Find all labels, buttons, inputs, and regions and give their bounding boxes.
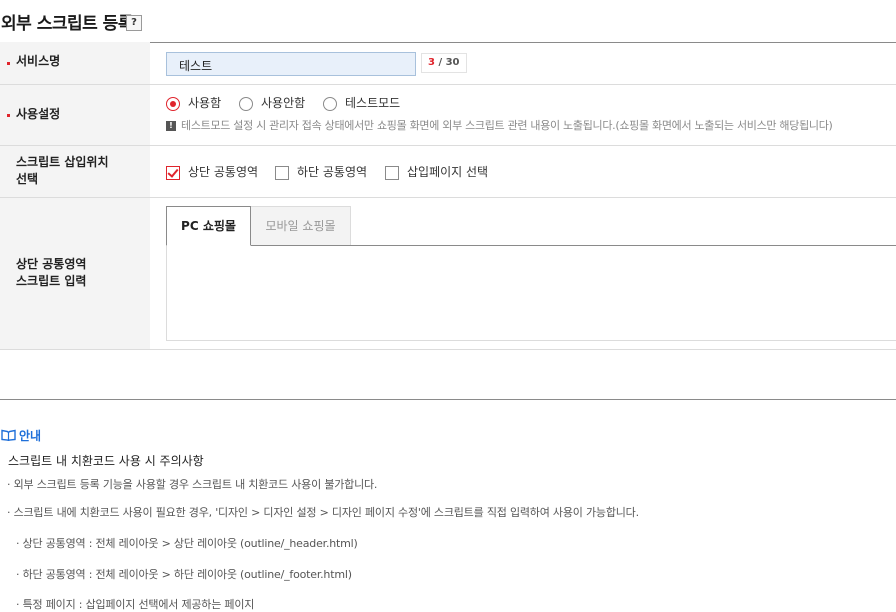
insert-position-label-line1: 스크립트 삽입위치 bbox=[16, 155, 109, 169]
insert-position-label-line2: 선택 bbox=[16, 172, 39, 186]
guide-line: · 하단 공통영역 : 전체 레이아웃 > 하단 레이아웃 (outline/_… bbox=[16, 568, 352, 581]
guide-line: · 상단 공통영역 : 전체 레이아웃 > 상단 레이아웃 (outline/_… bbox=[16, 537, 358, 550]
script-input-label-line1: 상단 공통영역 bbox=[16, 257, 87, 271]
checkbox-select-page[interactable] bbox=[385, 166, 399, 180]
guide-line: · 스크립트 내에 치환코드 사용이 필요한 경우, '디자인 > 디자인 설정… bbox=[7, 506, 639, 519]
script-input-label: 상단 공통영역 스크립트 입력 bbox=[16, 256, 86, 290]
radio-test-mode[interactable] bbox=[323, 97, 337, 111]
script-editor[interactable] bbox=[166, 246, 896, 341]
radio-use[interactable] bbox=[166, 97, 180, 111]
service-name-label: 서비스명 bbox=[16, 54, 61, 68]
tab-mobile-shop[interactable]: 모바일 쇼핑몰 bbox=[250, 206, 351, 245]
checkbox-bottom-common[interactable] bbox=[275, 166, 289, 180]
row-content: 테스트 3 / 30 bbox=[150, 42, 896, 84]
checkbox-bottom-common-label[interactable]: 하단 공통영역 bbox=[297, 163, 367, 180]
guide-line: · 외부 스크립트 등록 기능을 사용할 경우 스크립트 내 치환코드 사용이 … bbox=[7, 478, 378, 491]
row-header: 상단 공통영역 스크립트 입력 bbox=[0, 198, 150, 349]
row-usage: 사용설정 사용함 사용안함 테스트모드 ! 테스트모드 설정 시 관리자 접속 … bbox=[0, 85, 896, 146]
warning-icon: ! bbox=[166, 121, 176, 131]
page-title: 외부 스크립트 등록 bbox=[1, 14, 133, 34]
char-count-max: 30 bbox=[445, 57, 460, 68]
row-header: 사용설정 bbox=[0, 85, 150, 145]
insert-position-label: 스크립트 삽입위치 선택 bbox=[16, 154, 109, 188]
radio-test-mode-label[interactable]: 테스트모드 bbox=[345, 94, 400, 111]
row-content: PC 쇼핑몰 모바일 쇼핑몰 bbox=[150, 198, 896, 349]
script-form: 서비스명 테스트 3 / 30 사용설정 사용함 사용안함 테스트모드 ! 테스… bbox=[0, 42, 896, 350]
script-input-label-line2: 스크립트 입력 bbox=[16, 274, 87, 288]
checkbox-top-common[interactable] bbox=[166, 166, 180, 180]
section-divider bbox=[0, 399, 896, 400]
service-name-value: 테스트 bbox=[179, 59, 213, 73]
help-button[interactable]: ? bbox=[126, 15, 142, 31]
guide-subtitle: 스크립트 내 치환코드 사용 시 주의사항 bbox=[8, 454, 204, 468]
required-mark bbox=[7, 114, 10, 117]
row-script-input: 상단 공통영역 스크립트 입력 PC 쇼핑몰 모바일 쇼핑몰 bbox=[0, 198, 896, 350]
radio-not-use[interactable] bbox=[239, 97, 253, 111]
radio-use-label[interactable]: 사용함 bbox=[188, 94, 221, 111]
checkbox-select-page-label[interactable]: 삽입페이지 선택 bbox=[407, 163, 488, 180]
tab-pc-shop[interactable]: PC 쇼핑몰 bbox=[166, 206, 251, 246]
checkbox-top-common-label[interactable]: 상단 공통영역 bbox=[188, 163, 258, 180]
usage-label: 사용설정 bbox=[16, 107, 61, 121]
row-insert-position: 스크립트 삽입위치 선택 상단 공통영역 하단 공통영역 삽입페이지 선택 bbox=[0, 146, 896, 198]
guide-line: · 특정 페이지 : 삽입페이지 선택에서 제공하는 페이지 bbox=[16, 598, 255, 611]
row-header: 스크립트 삽입위치 선택 bbox=[0, 146, 150, 197]
row-header: 서비스명 bbox=[0, 42, 150, 84]
book-icon bbox=[1, 429, 16, 441]
required-mark bbox=[7, 62, 10, 65]
radio-not-use-label[interactable]: 사용안함 bbox=[261, 94, 305, 111]
service-name-input[interactable]: 테스트 bbox=[166, 52, 416, 76]
char-count-separator: / bbox=[434, 57, 446, 68]
char-counter: 3 / 30 bbox=[421, 53, 467, 73]
row-content: 상단 공통영역 하단 공통영역 삽입페이지 선택 bbox=[150, 146, 896, 197]
row-content: 사용함 사용안함 테스트모드 ! 테스트모드 설정 시 관리자 접속 상태에서만… bbox=[150, 85, 896, 145]
row-service-name: 서비스명 테스트 3 / 30 bbox=[0, 42, 896, 85]
char-count-current: 3 bbox=[428, 57, 435, 68]
title-bar: 외부 스크립트 등록 ? bbox=[0, 0, 896, 43]
test-mode-notice: 테스트모드 설정 시 관리자 접속 상태에서만 쇼핑몰 화면에 외부 스크립트 … bbox=[181, 119, 833, 132]
guide-heading-text: 안내 bbox=[19, 429, 42, 443]
